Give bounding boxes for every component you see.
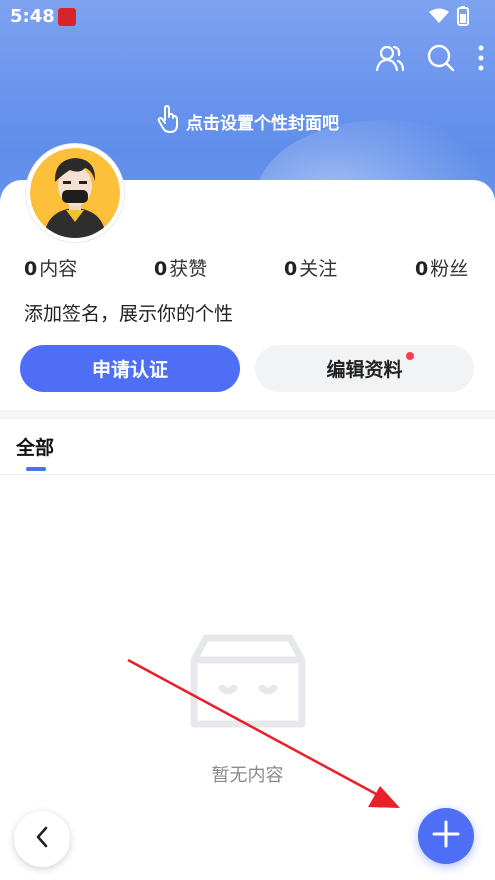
stat-likes-count: 0 <box>154 258 168 280</box>
stat-likes[interactable]: 0 获赞 <box>154 254 207 281</box>
create-post-button[interactable] <box>418 808 474 864</box>
stat-contents[interactable]: 0 内容 <box>24 254 77 281</box>
wifi-icon <box>429 8 449 29</box>
battery-icon <box>457 6 469 31</box>
set-cover-hint[interactable]: 点击设置个性封面吧 <box>0 104 495 139</box>
edit-profile-button[interactable]: 编辑资料 <box>255 345 474 392</box>
stat-likes-label: 获赞 <box>169 258 208 280</box>
plus-icon <box>432 820 460 852</box>
stat-followers-count: 0 <box>415 258 429 280</box>
search-icon[interactable] <box>427 44 455 72</box>
apply-verification-button[interactable]: 申请认证 <box>20 345 240 392</box>
tap-hand-icon <box>156 104 180 139</box>
status-time: 5:48 <box>10 6 55 27</box>
back-button[interactable] <box>14 811 70 867</box>
notification-app-icon <box>58 8 76 26</box>
tab-active-indicator <box>26 467 46 471</box>
top-action-bar <box>375 44 485 72</box>
stat-contents-count: 0 <box>24 258 38 280</box>
status-bar: 5:48 <box>0 0 495 34</box>
set-cover-hint-text: 点击设置个性封面吧 <box>186 114 339 134</box>
stat-followers[interactable]: 0 粉丝 <box>415 254 468 281</box>
stat-followers-label: 粉丝 <box>430 258 469 280</box>
stat-following-count: 0 <box>284 258 298 280</box>
stat-contents-label: 内容 <box>39 258 78 280</box>
chevron-left-icon <box>34 825 50 853</box>
more-icon[interactable] <box>477 44 485 72</box>
content-tabs: 全部 <box>0 419 495 475</box>
new-badge-dot <box>406 352 414 360</box>
friends-icon[interactable] <box>375 44 405 72</box>
status-indicators <box>429 6 469 31</box>
avatar-illustration <box>30 148 120 238</box>
stat-following-label: 关注 <box>299 258 338 280</box>
tab-all[interactable]: 全部 <box>16 433 54 460</box>
section-divider <box>0 410 495 419</box>
avatar[interactable] <box>26 144 124 242</box>
stats-row: 0 内容 0 获赞 0 关注 0 粉丝 <box>0 254 495 282</box>
empty-box-icon <box>188 632 308 736</box>
stat-following[interactable]: 0 关注 <box>284 254 337 281</box>
signature-prompt[interactable]: 添加签名，展示你的个性 <box>24 299 233 326</box>
empty-state-text: 暂无内容 <box>211 765 284 786</box>
